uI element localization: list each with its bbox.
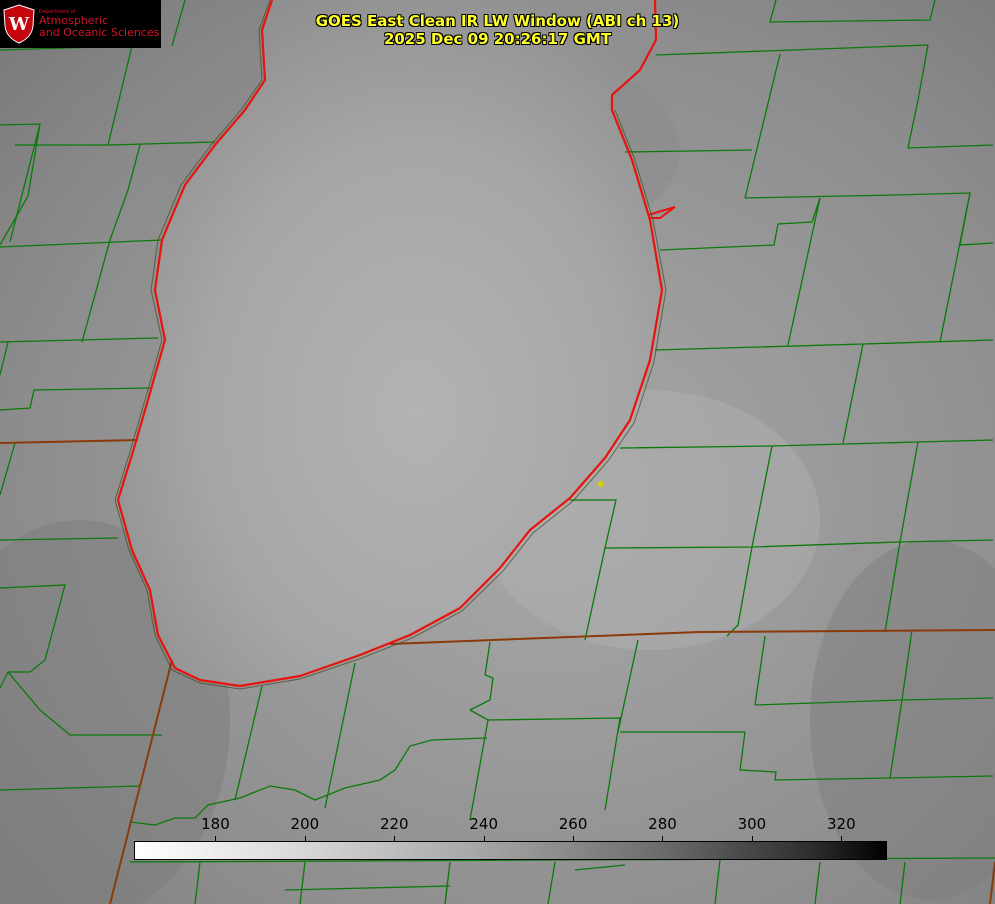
temperature-colorbar: [134, 841, 887, 860]
colorbar-tick-label: 260: [558, 815, 588, 833]
colorbar-tick-label: 240: [469, 815, 498, 833]
image-timestamp: 2025 Dec 09 20:26:17 GMT: [383, 30, 612, 48]
city-marker: [598, 481, 604, 487]
image-title: GOES East Clean IR LW Window (ABI ch 13): [315, 12, 680, 30]
colorbar-tick-label: 320: [826, 815, 856, 833]
colorbar-tick-label: 300: [737, 815, 767, 833]
colorbar-tick-label: 180: [201, 815, 230, 833]
ir-satellite-map: [0, 0, 995, 904]
colorbar-tick-label: 280: [648, 815, 677, 833]
colorbar-tick-label: 200: [290, 815, 320, 833]
colorbar-tick-label: 220: [379, 815, 409, 833]
